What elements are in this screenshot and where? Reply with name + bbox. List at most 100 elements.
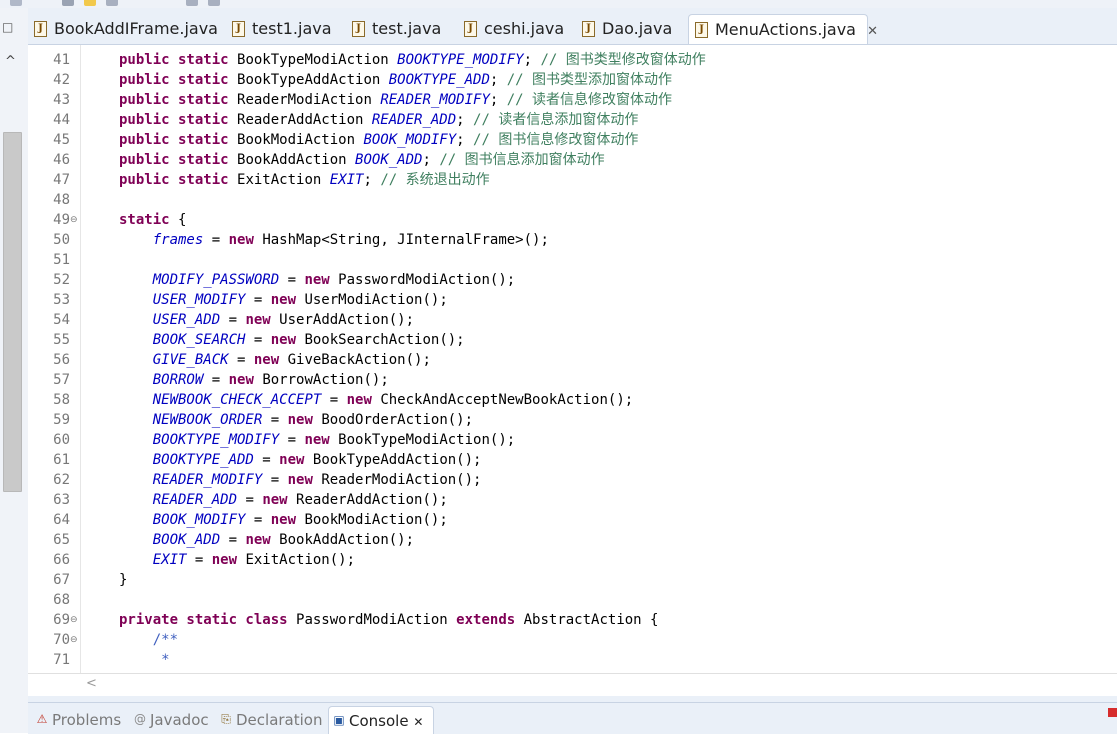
declaration-icon: ⎘ xyxy=(221,712,231,726)
code-line[interactable]: EXIT = new ExitAction(); xyxy=(119,550,355,570)
code-token: = xyxy=(245,332,271,348)
code-line[interactable]: BOOK_ADD = new BookAddAction(); xyxy=(119,530,414,550)
line-number: 66 xyxy=(53,552,70,568)
code-token: BookTypeAddAction(); xyxy=(312,452,482,468)
code-token: public static xyxy=(119,152,238,168)
code-token: BOOKTYPE_MODIFY xyxy=(152,432,280,448)
chevron-up-icon[interactable]: ^ xyxy=(5,54,16,69)
view-tab-problems[interactable]: ⚠ Problems xyxy=(32,706,130,734)
code-token: ; xyxy=(456,112,474,128)
code-line[interactable]: READER_MODIFY = new ReaderModiAction(); xyxy=(119,470,482,490)
code-line[interactable]: frames = new HashMap<String, JInternalFr… xyxy=(119,230,549,250)
code-token: BOOKTYPE_ADD xyxy=(388,72,490,88)
code-token: = xyxy=(321,392,347,408)
code-token: BOOK_MODIFY xyxy=(152,512,246,528)
toolbar-tool-icon[interactable] xyxy=(10,0,22,6)
code-token: new xyxy=(270,332,305,348)
horizontal-scrollbar[interactable]: < xyxy=(28,673,1117,696)
code-line[interactable]: GIVE_BACK = new GiveBackAction(); xyxy=(119,350,431,370)
editor-tab-ceshi[interactable]: J ceshi.java xyxy=(458,14,580,44)
code-line[interactable]: BOOKTYPE_ADD = new BookTypeAddAction(); xyxy=(119,450,482,470)
code-line[interactable]: public static ReaderAddAction READER_ADD… xyxy=(119,110,638,130)
code-line[interactable]: BOOKTYPE_MODIFY = new BookTypeModiAction… xyxy=(119,430,515,450)
code-token: EXIT xyxy=(329,172,364,188)
code-area[interactable]: public static BookTypeModiAction BOOKTYP… xyxy=(80,45,1117,673)
code-token: ; xyxy=(489,72,507,88)
code-line[interactable]: public static ExitAction EXIT; // 系统退出动作 xyxy=(119,170,490,190)
code-line[interactable]: BOOK_SEARCH = new BookSearchAction(); xyxy=(119,330,465,350)
code-line[interactable]: public static ReaderModiAction READER_MO… xyxy=(119,90,672,110)
code-token: BookSearchAction(); xyxy=(304,332,465,348)
code-token: new xyxy=(262,492,297,508)
line-number: 64 xyxy=(53,512,70,528)
code-line[interactable]: MODIFY_PASSWORD = new PasswordModiAction… xyxy=(119,270,515,290)
code-token: READER_ADD xyxy=(152,492,238,508)
code-token: BOOK_ADD xyxy=(355,152,423,168)
code-line[interactable]: USER_MODIFY = new UserModiAction(); xyxy=(119,290,448,310)
close-view-icon[interactable]: ✕ xyxy=(413,715,423,729)
line-number: 48 xyxy=(53,192,70,208)
toolbar-dropdown-icon[interactable] xyxy=(106,0,118,6)
code-token: BookModiAction(); xyxy=(304,512,448,528)
line-number: 57 xyxy=(53,372,70,388)
editor-tab-bookaddiframe[interactable]: J BookAddIFrame.java xyxy=(28,14,224,44)
error-status-icon[interactable] xyxy=(1108,708,1117,717)
code-line[interactable]: * xyxy=(119,650,169,670)
line-number: 41 xyxy=(53,52,70,68)
line-number: 44 xyxy=(53,112,70,128)
line-number: 62 xyxy=(53,472,70,488)
code-token: = xyxy=(186,552,212,568)
restore-view-icon[interactable]: □ xyxy=(2,20,13,34)
code-token: READER_ADD xyxy=(371,112,457,128)
code-token: public static xyxy=(119,52,238,68)
fold-toggle-icon[interactable]: ⊖ xyxy=(70,210,80,230)
toolbar-pin-icon[interactable] xyxy=(186,0,198,6)
editor-tab-test1[interactable]: J test1.java xyxy=(226,14,342,44)
scroll-left-icon[interactable]: < xyxy=(86,676,97,691)
code-line[interactable]: private static class PasswordModiAction … xyxy=(119,610,658,630)
vertical-scrollbar-thumb[interactable] xyxy=(3,132,22,492)
code-line[interactable]: } xyxy=(119,570,127,590)
code-line[interactable]: public static BookTypeModiAction BOOKTYP… xyxy=(119,50,706,70)
editor-tab-test[interactable]: J test.java xyxy=(346,14,456,44)
code-token: public static xyxy=(119,92,238,108)
code-line[interactable]: NEWBOOK_ORDER = new BoodOrderAction(); xyxy=(119,410,473,430)
line-number: 60 xyxy=(53,432,70,448)
view-tab-javadoc[interactable]: @ Javadoc xyxy=(130,706,216,734)
code-line[interactable]: BORROW = new BorrowAction(); xyxy=(119,370,389,390)
view-tab-declaration[interactable]: ⎘ Declaration xyxy=(216,706,326,734)
code-editor[interactable]: 41 42 43 44 45 46 47 48 49 ⊖ 50 51 52 53 54 55 56 57 58 59 6… xyxy=(28,45,1117,673)
view-tab-console[interactable]: ▣ Console ✕ xyxy=(328,706,434,734)
editor-tab-dao[interactable]: J Dao.java xyxy=(576,14,688,44)
toolbar-layout-icon[interactable] xyxy=(208,0,220,6)
code-line[interactable]: static { xyxy=(119,210,186,230)
code-token: = xyxy=(279,272,305,288)
code-token: new xyxy=(245,532,280,548)
fold-toggle-icon[interactable]: ⊖ xyxy=(70,630,80,650)
line-number: 49 xyxy=(53,212,70,228)
code-line[interactable]: public static BookModiAction BOOK_MODIFY… xyxy=(119,130,638,150)
toolbar-folder-icon[interactable] xyxy=(84,0,96,6)
code-line[interactable]: READER_ADD = new ReaderAddAction(); xyxy=(119,490,448,510)
code-line[interactable]: public static BookTypeAddAction BOOKTYPE… xyxy=(119,70,672,90)
fold-toggle-icon[interactable]: ⊖ xyxy=(70,610,80,630)
editor-tab-bar: J BookAddIFrame.java J test1.java J test… xyxy=(28,8,1117,45)
editor-tab-menuactions[interactable]: J MenuActions.java ✕ xyxy=(688,14,878,44)
view-tab-label: Console xyxy=(349,712,409,730)
code-token: // 图书信息修改窗体动作 xyxy=(473,132,639,148)
code-token: BookAddAction(); xyxy=(279,532,415,548)
line-number-gutter: 41 42 43 44 45 46 47 48 49 ⊖ 50 51 52 53 54 55 56 57 58 59 6… xyxy=(28,45,80,673)
code-line[interactable]: public static BookAddAction BOOK_ADD; //… xyxy=(119,150,605,170)
code-token: // 图书类型添加窗体动作 xyxy=(506,72,673,88)
code-line[interactable]: NEWBOOK_CHECK_ACCEPT = new CheckAndAccep… xyxy=(119,390,633,410)
code-line[interactable]: /** xyxy=(119,630,178,650)
toolbar-run-icon[interactable] xyxy=(62,0,74,6)
close-tab-icon[interactable]: ✕ xyxy=(867,24,878,39)
code-token: PasswordModiAction(); xyxy=(338,272,516,288)
code-line[interactable]: BOOK_MODIFY = new BookModiAction(); xyxy=(119,510,448,530)
code-line[interactable]: USER_ADD = new UserAddAction(); xyxy=(119,310,414,330)
